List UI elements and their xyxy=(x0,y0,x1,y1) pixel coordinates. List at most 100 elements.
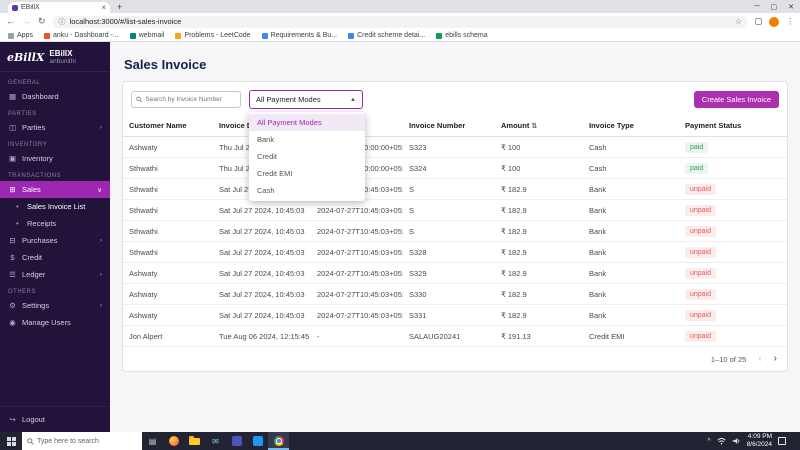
cell-amount: ₹ 182.9 xyxy=(495,304,583,326)
forward-button[interactable]: → xyxy=(22,17,31,26)
cell-status: unpaid xyxy=(679,178,787,200)
purchases-icon: ⊟ xyxy=(9,236,16,245)
bullet-icon: • xyxy=(16,219,19,228)
tab-close-icon[interactable]: × xyxy=(101,3,106,12)
menu-option-cash[interactable]: Cash xyxy=(249,182,365,199)
sidebar-item-receipts[interactable]: • Receipts xyxy=(0,215,110,232)
bookmark-item[interactable]: webmail xyxy=(129,32,165,39)
prev-page-button[interactable]: ‹ xyxy=(758,354,761,364)
window-maximize-button[interactable]: ▢ xyxy=(771,3,778,11)
invoice-table: Customer Name Invoice Date Invoice Numbe… xyxy=(123,115,787,347)
firefox-icon[interactable] xyxy=(163,432,184,450)
next-page-button[interactable]: › xyxy=(774,354,777,364)
volume-icon[interactable] xyxy=(732,437,741,445)
sidebar-item-parties[interactable]: ◫ Parties › xyxy=(0,119,110,136)
create-sales-invoice-button[interactable]: Create Sales Invoice xyxy=(693,91,779,108)
sidebar-item-label: Settings xyxy=(22,301,50,310)
users-icon: ◉ xyxy=(9,318,16,327)
bookmark-item[interactable]: Credit scheme detai... xyxy=(348,32,425,39)
sidebar-item-sales[interactable]: ⊞ Sales ∨ xyxy=(0,181,110,198)
clock-time: 4:09 PM xyxy=(747,433,772,441)
back-button[interactable]: ← xyxy=(6,17,15,26)
bookmark-label: Problems - LeetCode xyxy=(184,32,251,39)
cell-number: S xyxy=(403,178,495,200)
bookmark-star-icon[interactable]: ☆ xyxy=(735,17,742,26)
wifi-icon[interactable] xyxy=(717,437,726,445)
bookmark-favicon xyxy=(43,32,50,39)
bookmark-label: webmail xyxy=(138,32,165,39)
cell-number: S329 xyxy=(403,262,495,284)
vscode-icon[interactable] xyxy=(247,432,268,450)
sidebar-item-purchases[interactable]: ⊟ Purchases › xyxy=(0,232,110,249)
menu-option-credit-emi[interactable]: Credit EMI xyxy=(249,165,365,182)
browser-menu-icon[interactable]: ⋮ xyxy=(786,17,794,26)
taskbar-clock[interactable]: 4:09 PM 8/6/2024 xyxy=(747,433,772,449)
bookmark-item[interactable]: ebills schema xyxy=(436,32,488,39)
cell-amount: ₹ 191.13 xyxy=(495,325,583,347)
sidebar-item-settings[interactable]: ⚙ Settings › xyxy=(0,297,110,314)
brand-block: eBillX EBillX anbunithi xyxy=(0,42,110,72)
mail-icon[interactable]: ✉ xyxy=(205,432,226,450)
sidebar-item-manage-users[interactable]: ◉ Manage Users xyxy=(0,314,110,331)
system-tray: ^ 4:09 PM 8/6/2024 xyxy=(702,432,800,450)
status-badge: unpaid xyxy=(685,225,717,237)
sidebar-item-inventory[interactable]: ▣ Inventory xyxy=(0,150,110,167)
cell-date: Sat Jul 27 2024, 10:45:03 xyxy=(213,262,311,284)
bookmark-item[interactable]: anku - Dashboard -... xyxy=(43,32,119,39)
bookmark-item[interactable]: Requirements & Bu... xyxy=(261,32,337,39)
sidebar-item-ledger[interactable]: ☰ Ledger › xyxy=(0,266,110,283)
status-badge: unpaid xyxy=(685,288,717,300)
sidebar-item-credit[interactable]: $ Credit xyxy=(0,249,110,266)
sidebar-item-label: Dashboard xyxy=(22,92,59,101)
tab-title: EBillX xyxy=(21,4,40,11)
url-bar[interactable]: ⓘ localhost:3000/#/list-sales-invoice ☆ xyxy=(52,15,748,28)
teams-icon[interactable] xyxy=(226,432,247,450)
menu-option-credit[interactable]: Credit xyxy=(249,148,365,165)
sidebar-item-dashboard[interactable]: ▦ Dashboard xyxy=(0,88,110,105)
inventory-icon: ▣ xyxy=(8,154,17,163)
cell-type: Bank xyxy=(583,304,679,326)
logout-button[interactable]: ↪ Logout xyxy=(0,406,110,432)
start-button[interactable] xyxy=(0,432,22,450)
sort-icon[interactable]: ⇅ xyxy=(531,123,537,130)
menu-option-bank[interactable]: Bank xyxy=(249,131,365,148)
extensions-icon[interactable] xyxy=(755,18,762,25)
sidebar-nav: GENERAL ▦ Dashboard PARTIES ◫ Parties › … xyxy=(0,72,110,406)
logout-icon: ↪ xyxy=(9,415,16,424)
file-explorer-icon[interactable] xyxy=(184,432,205,450)
invoice-search[interactable] xyxy=(131,91,241,108)
cell-status: unpaid xyxy=(679,199,787,221)
cell-number: SALAUG20241 xyxy=(403,325,495,347)
payment-mode-select[interactable]: All Payment Modes ▲ xyxy=(249,90,363,109)
action-center-icon[interactable] xyxy=(778,437,786,445)
search-input[interactable] xyxy=(145,96,236,103)
sidebar-item-label: Manage Users xyxy=(22,318,71,327)
cell-amount: ₹ 100 xyxy=(495,157,583,179)
chevron-right-icon: › xyxy=(99,271,102,278)
browser-tab[interactable]: EBillX × xyxy=(8,2,110,13)
task-view-icon[interactable]: ▤ xyxy=(142,432,163,450)
table-row: Sthwathi Sat Jul 27 2024, 10:45:03 2024-… xyxy=(123,178,787,200)
profile-avatar[interactable] xyxy=(769,16,779,27)
cell-type: Bank xyxy=(583,262,679,284)
cell-status: paid xyxy=(679,157,787,179)
site-info-icon[interactable]: ⓘ xyxy=(59,17,66,27)
bookmark-label: anku - Dashboard -... xyxy=(52,32,119,39)
chrome-icon[interactable] xyxy=(268,432,289,450)
tray-expand-icon[interactable]: ^ xyxy=(707,438,710,445)
new-tab-button[interactable]: + xyxy=(117,2,122,12)
chevron-right-icon: › xyxy=(99,124,102,131)
windows-logo-icon xyxy=(6,436,16,446)
refresh-button[interactable]: ↻ xyxy=(38,17,46,26)
cell-customer: Sthwathi xyxy=(123,157,213,179)
sidebar-item-sales-invoice-list[interactable]: • Sales Invoice List xyxy=(0,198,110,215)
taskbar-search[interactable]: Type here to search xyxy=(22,432,142,450)
bookmark-favicon xyxy=(348,32,355,39)
col-amount[interactable]: Amount ⇅ xyxy=(495,115,583,137)
window-close-button[interactable]: ✕ xyxy=(788,3,794,11)
menu-option-all-payment-modes[interactable]: All Payment Modes xyxy=(249,114,365,131)
bookmark-apps[interactable]: Apps xyxy=(8,32,33,39)
url-text[interactable]: localhost:3000/#/list-sales-invoice xyxy=(70,17,731,26)
bookmark-item[interactable]: Problems - LeetCode xyxy=(175,32,251,39)
window-minimize-button[interactable]: ─ xyxy=(755,3,760,10)
